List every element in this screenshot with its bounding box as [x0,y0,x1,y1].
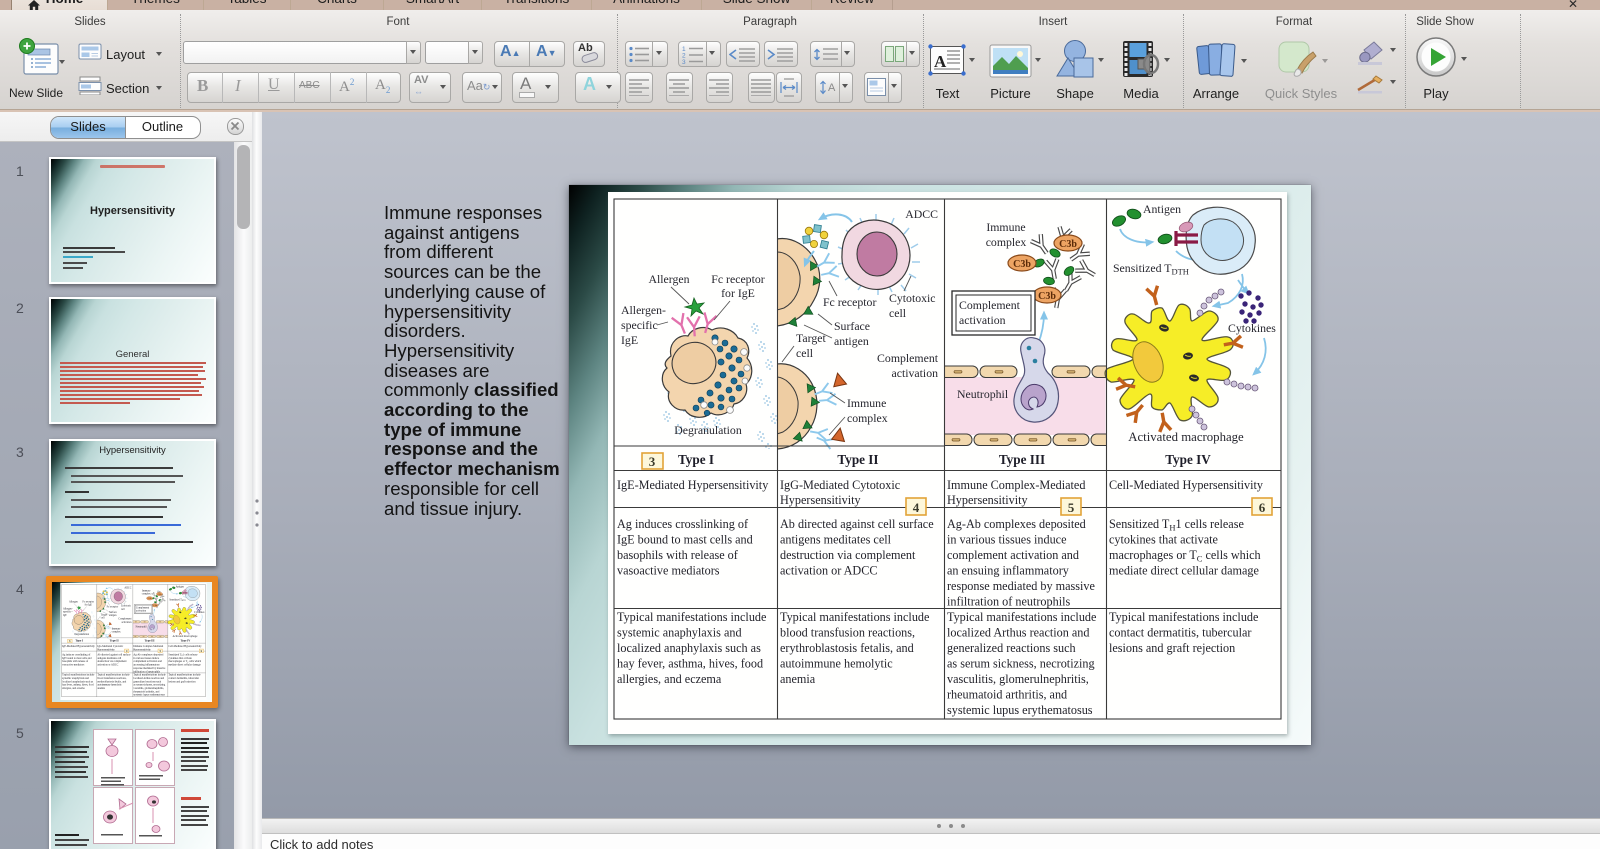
svg-text:3: 3 [682,59,686,64]
svg-text:A: A [934,52,947,71]
svg-text:A: A [828,82,836,94]
